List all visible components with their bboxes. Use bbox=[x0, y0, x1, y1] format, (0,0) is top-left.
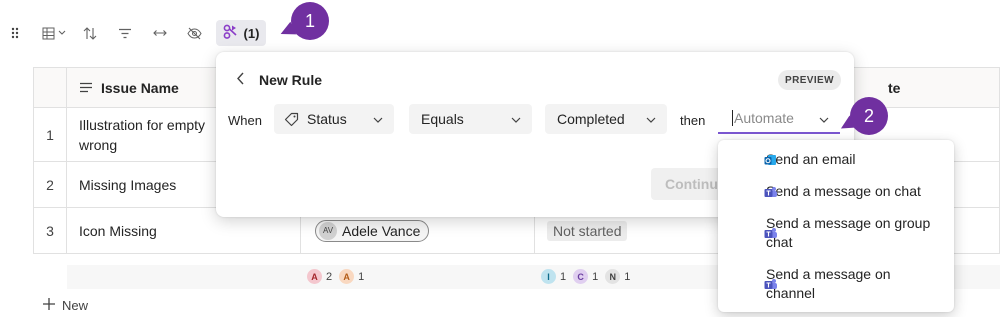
column-width-icon[interactable] bbox=[150, 23, 170, 43]
grid-icon bbox=[42, 27, 55, 40]
view-grid-dropdown[interactable] bbox=[38, 23, 70, 43]
value-dropdown[interactable]: Completed bbox=[545, 104, 667, 134]
menu-item-send-group-chat[interactable]: Send a message on group chat bbox=[748, 214, 951, 252]
step-callout-1: 1 bbox=[277, 2, 333, 42]
status-summary: I 1 C 1 N 1 bbox=[541, 269, 630, 284]
operator-dropdown[interactable]: Equals bbox=[409, 104, 532, 134]
sort-icon[interactable] bbox=[80, 23, 100, 43]
when-label: When bbox=[228, 113, 262, 128]
teams-icon bbox=[764, 277, 777, 296]
teams-icon bbox=[764, 226, 777, 245]
outlook-icon bbox=[764, 153, 777, 172]
rule-title: New Rule bbox=[259, 72, 323, 88]
assignee-pill[interactable]: AV Adele Vance bbox=[315, 219, 430, 242]
field-dropdown[interactable]: Status bbox=[274, 104, 394, 134]
new-item-button[interactable]: New bbox=[42, 297, 88, 314]
rules-count: (1) bbox=[243, 25, 260, 41]
chevron-down-icon bbox=[58, 30, 66, 36]
menu-item-send-chat[interactable]: Send a message on chat bbox=[748, 182, 921, 201]
filter-icon[interactable] bbox=[115, 23, 135, 43]
drag-handle-icon[interactable] bbox=[9, 23, 21, 43]
then-label: then bbox=[680, 113, 706, 128]
plus-icon bbox=[42, 297, 56, 314]
step-callout-2: 2 bbox=[837, 97, 892, 137]
teams-icon bbox=[764, 185, 777, 204]
chevron-down-icon bbox=[510, 113, 522, 129]
hide-fields-icon[interactable] bbox=[184, 23, 204, 43]
text-field-icon bbox=[79, 78, 93, 98]
menu-item-send-email[interactable]: Send an email bbox=[748, 150, 856, 169]
status-badge: Not started bbox=[547, 220, 628, 241]
chevron-down-icon bbox=[372, 113, 384, 129]
rules-button[interactable]: (1) bbox=[216, 20, 266, 46]
tag-icon bbox=[284, 112, 299, 127]
chevron-down-icon bbox=[645, 113, 657, 129]
automate-dropdown[interactable]: Automate bbox=[718, 104, 840, 134]
menu-item-send-channel[interactable]: Send a message on channel bbox=[748, 265, 916, 303]
rules-icon bbox=[223, 24, 239, 42]
chevron-down-icon bbox=[818, 113, 830, 129]
back-chevron-icon[interactable] bbox=[236, 72, 245, 88]
automate-menu: Send an email Send a message on chat Sen… bbox=[718, 140, 954, 312]
assignee-summary: A 2 A 1 bbox=[307, 269, 364, 284]
text-caret bbox=[732, 110, 733, 126]
preview-badge: PREVIEW bbox=[778, 70, 841, 90]
avatar: AV bbox=[319, 221, 337, 240]
